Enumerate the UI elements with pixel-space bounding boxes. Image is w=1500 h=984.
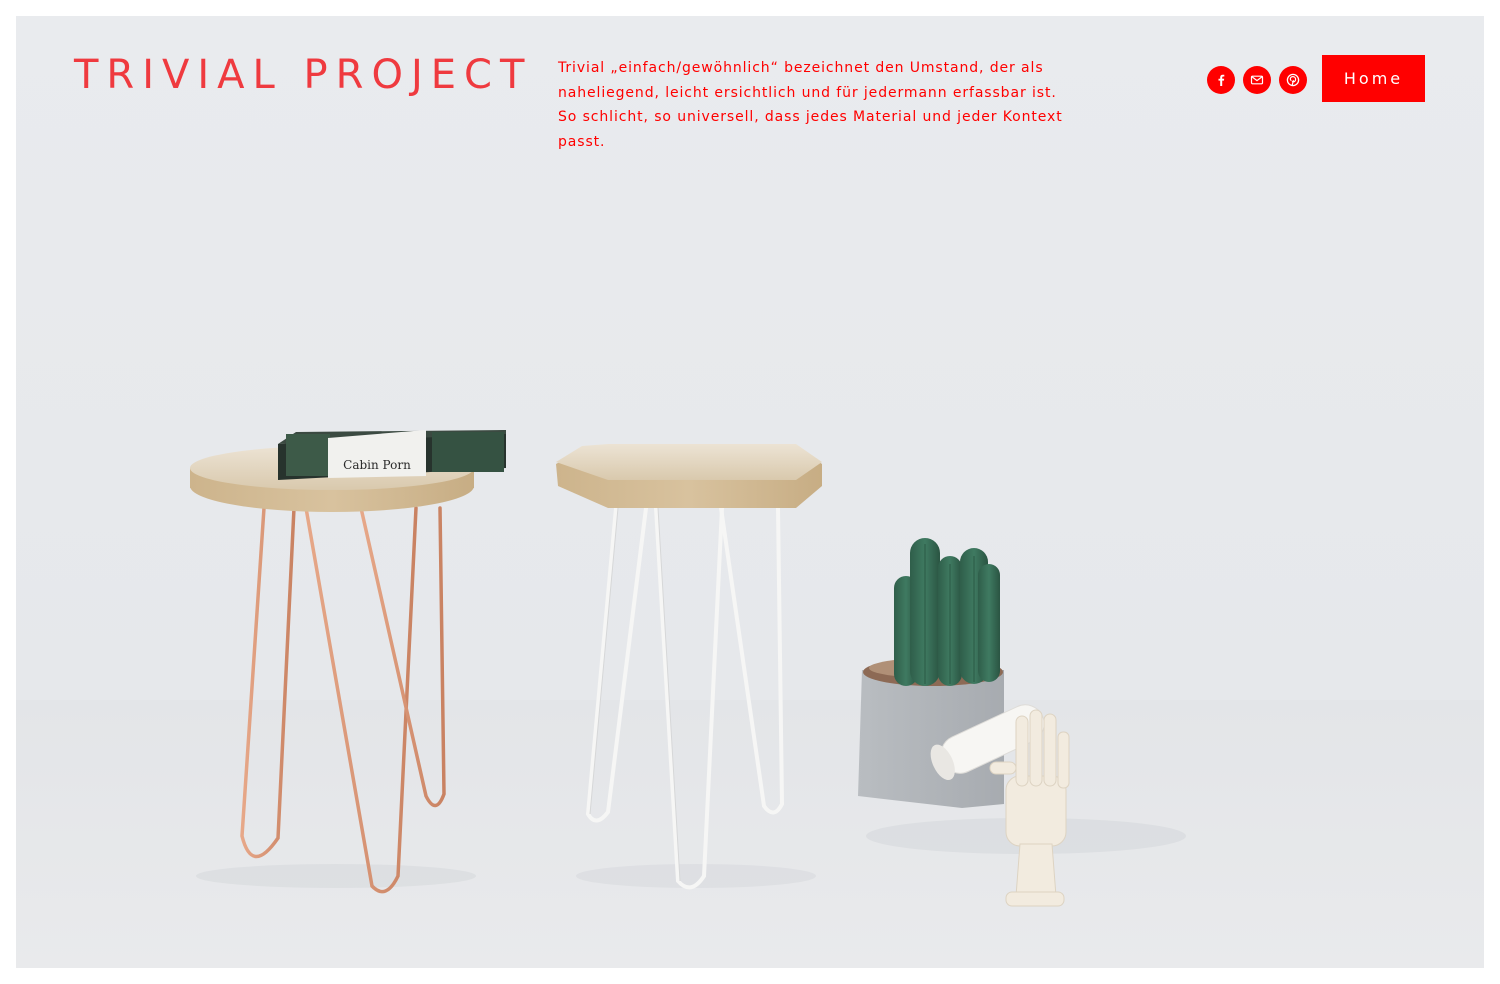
home-button[interactable]: Home <box>1322 55 1425 102</box>
pinterest-link[interactable] <box>1279 66 1307 94</box>
hero-photo: Cabin Porn <box>16 16 1484 968</box>
social-links <box>1207 66 1307 94</box>
facebook-icon <box>1218 74 1225 86</box>
site-title[interactable]: TRIVIAL PROJECT <box>74 52 532 98</box>
pinterest-icon <box>1286 73 1300 87</box>
facebook-link[interactable] <box>1207 66 1235 94</box>
book-cover-title: Cabin Porn <box>343 458 411 472</box>
site-tagline: Trivial „einfach/gewöhnlich“ bezeichnet … <box>558 60 1063 150</box>
mail-icon <box>1250 75 1264 85</box>
mail-link[interactable] <box>1243 66 1271 94</box>
page-container: Cabin Porn TRIVIAL PROJECT Trivial „einf… <box>16 16 1484 968</box>
